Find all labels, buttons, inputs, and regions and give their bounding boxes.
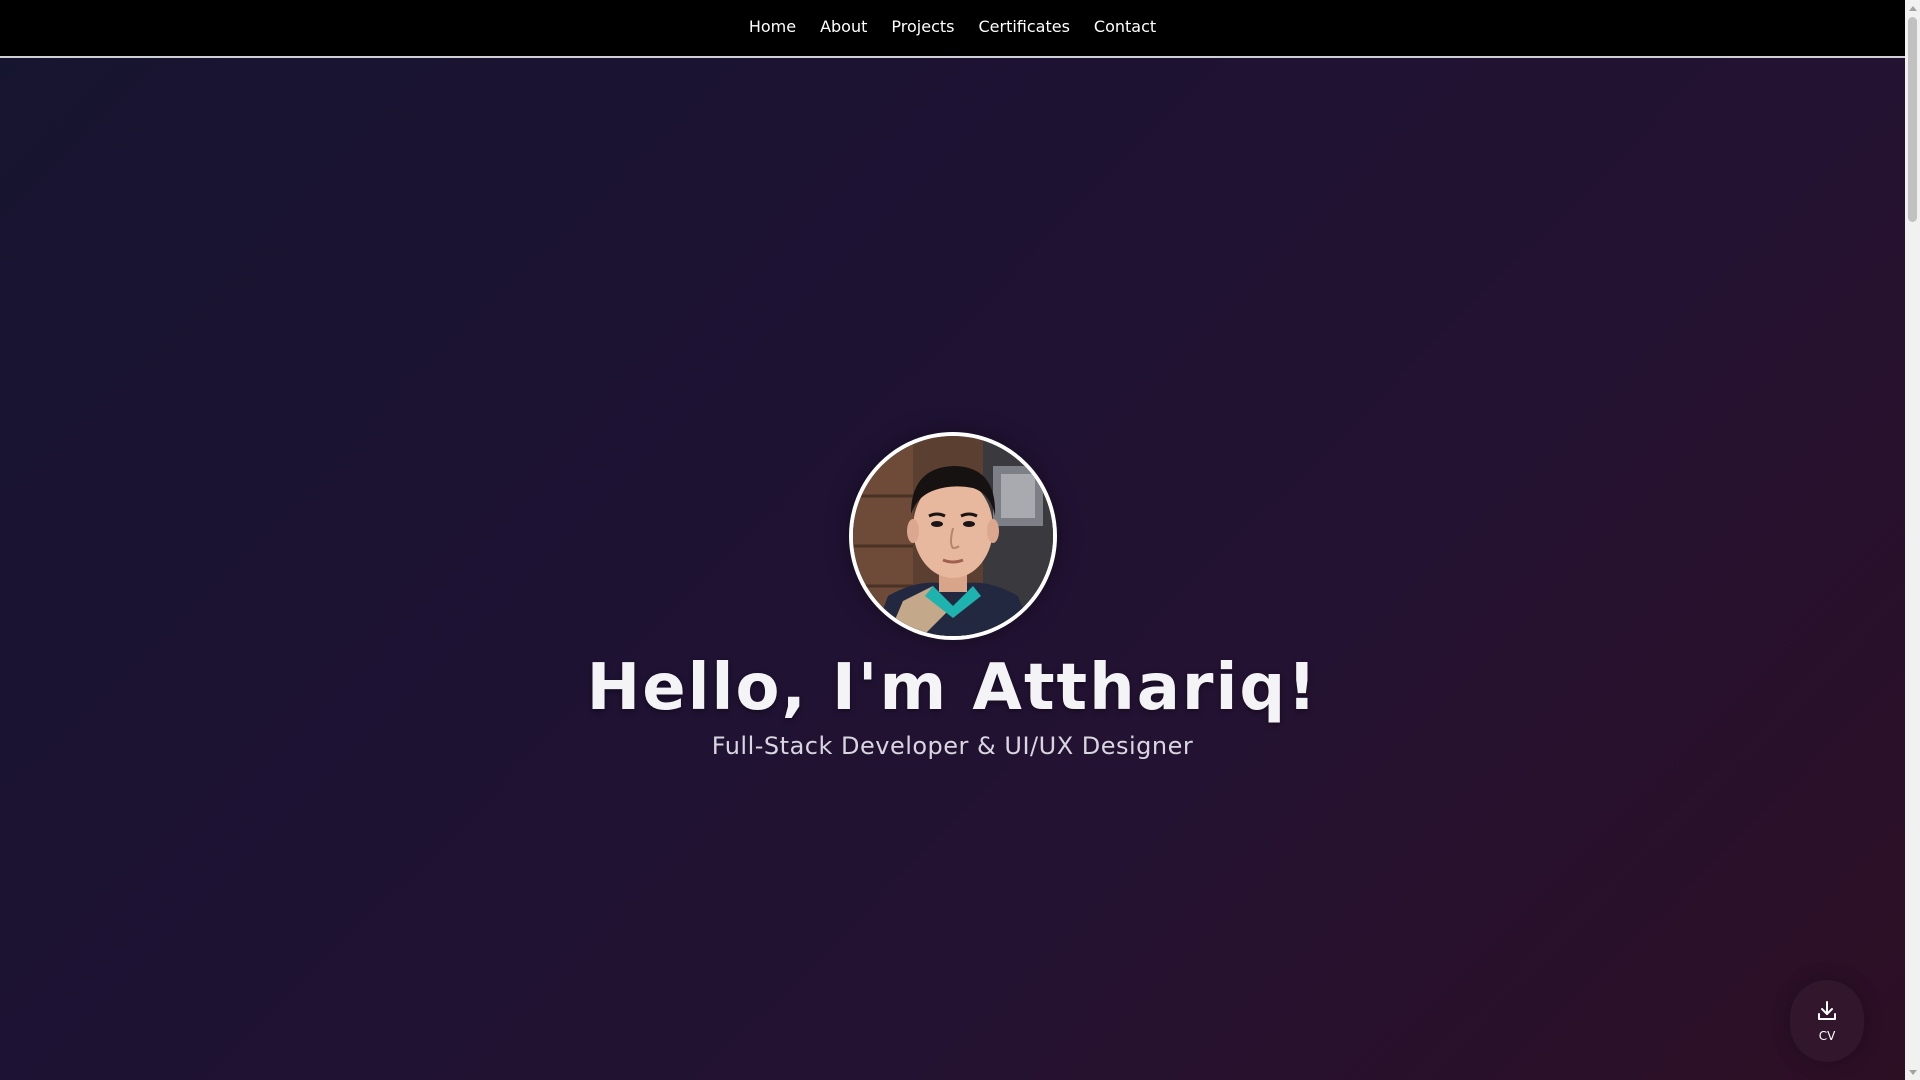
nav-link-projects[interactable]: Projects	[891, 17, 954, 39]
vertical-scrollbar[interactable]	[1905, 0, 1920, 1080]
scroll-down-arrow-icon[interactable]	[1905, 1065, 1920, 1080]
scrollbar-thumb[interactable]	[1908, 17, 1917, 222]
top-navbar: Home About Projects Certificates Contact	[0, 0, 1905, 58]
download-icon	[1818, 1001, 1836, 1020]
download-cv-button[interactable]: CV	[1790, 980, 1864, 1062]
nav-link-about[interactable]: About	[820, 17, 867, 39]
nav-link-certificates[interactable]: Certificates	[978, 17, 1069, 39]
avatar	[848, 432, 1057, 640]
profile-photo-icon	[852, 436, 1053, 636]
hero-title: Hello, I'm Atthariq!	[586, 651, 1319, 725]
page: Home About Projects Certificates Contact	[0, 0, 1905, 1080]
cv-button-label: CV	[1818, 1029, 1836, 1043]
scroll-up-arrow-icon[interactable]	[1905, 0, 1920, 15]
hero-section: Hello, I'm Atthariq! Full-Stack Develope…	[0, 432, 1905, 762]
nav-link-contact[interactable]: Contact	[1094, 17, 1156, 39]
hero-subtitle: Full-Stack Developer & UI/UX Designer	[711, 732, 1194, 760]
nav-link-home[interactable]: Home	[749, 17, 796, 39]
